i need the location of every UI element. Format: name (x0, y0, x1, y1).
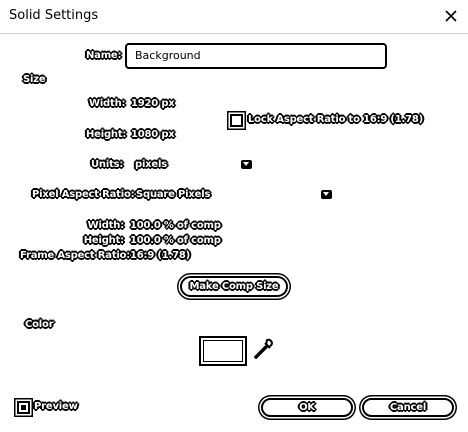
cancel-label: Cancel (389, 402, 427, 413)
eyedropper-icon (254, 338, 273, 359)
color-swatch[interactable] (199, 336, 247, 366)
window-title: Solid Settings (9, 8, 99, 23)
eyedropper-button[interactable] (254, 338, 274, 364)
name-label: Name: (86, 50, 122, 61)
width-label: Width: (89, 98, 126, 109)
close-icon (445, 10, 457, 22)
make-comp-size-label: Make Comp Size (189, 281, 279, 292)
pixel-aspect-value: Square Pixels (136, 189, 211, 200)
frame-aspect-label: Frame Aspect Ratio: (20, 250, 131, 261)
chevron-down-icon (241, 160, 252, 169)
chevron-down-icon (321, 190, 332, 199)
preview-label: Preview (34, 401, 78, 412)
make-comp-size-button[interactable]: Make Comp Size (180, 276, 288, 297)
size-section-label: Size (23, 74, 46, 85)
pct-width-value: 100.0 % of comp (130, 220, 221, 231)
pixel-aspect-label: Pixel Aspect Ratio: (32, 189, 135, 200)
lock-aspect-checkbox[interactable] (230, 114, 243, 127)
units-label: Units: (91, 159, 124, 170)
pct-height-value: 100.0 % of comp (130, 235, 221, 246)
preview-checkbox[interactable] (17, 401, 30, 414)
pct-width-label: Width: (87, 220, 125, 231)
pct-height-label: Height: (83, 235, 124, 246)
height-value[interactable]: 1080 px (131, 129, 175, 141)
close-button[interactable] (438, 4, 464, 28)
units-value: pixels (135, 159, 167, 170)
frame-aspect-value: 16:9 (1.78) (130, 250, 190, 261)
preview-check-mark (21, 405, 26, 410)
height-label: Height: (86, 129, 127, 140)
ok-label: OK (299, 402, 315, 413)
lock-aspect-label: Lock Aspect Ratio to 16:9 (1.78) (248, 114, 424, 125)
cancel-button[interactable]: Cancel (362, 398, 454, 417)
ok-button[interactable]: OK (261, 398, 353, 417)
width-value[interactable]: 1920 px (131, 98, 175, 110)
title-bar: Solid Settings (0, 0, 468, 34)
name-input[interactable] (125, 43, 387, 69)
color-section-label: Color (25, 319, 54, 330)
